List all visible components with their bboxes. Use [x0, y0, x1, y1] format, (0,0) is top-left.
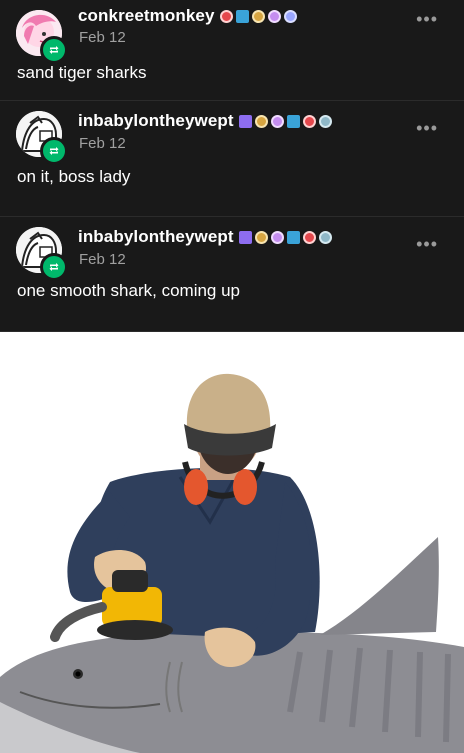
post-date: Feb 12 [79, 251, 126, 268]
bot-badge-icon[interactable] [219, 9, 233, 23]
flag-badge-icon[interactable] [286, 114, 300, 128]
crab-badge-icon[interactable] [318, 230, 332, 244]
post-date: Feb 12 [79, 29, 126, 46]
flag-badge-icon[interactable] [235, 9, 249, 23]
badges [238, 114, 332, 128]
cloud-badge-icon[interactable] [270, 114, 284, 128]
avatar-inbabylontheywept[interactable] [16, 111, 68, 165]
avatar-conkreetmonkey[interactable] [16, 10, 68, 64]
username[interactable]: inbabylontheywept [78, 227, 234, 247]
reblog-icon [40, 137, 68, 165]
paw-badge-icon[interactable] [254, 114, 268, 128]
username-row: inbabylontheywept [78, 227, 332, 247]
avatar-inbabylontheywept[interactable] [16, 227, 68, 281]
ellipsis-icon[interactable]: ••• [416, 119, 438, 137]
post-photo[interactable] [0, 332, 464, 753]
post-3: inbabylontheywept Feb 12 ••• one smooth … [0, 217, 464, 332]
bot-badge-icon[interactable] [302, 114, 316, 128]
flag-badge-icon[interactable] [286, 230, 300, 244]
hat-badge-icon[interactable] [238, 114, 252, 128]
reblog-icon [40, 36, 68, 64]
post-2: inbabylontheywept Feb 12 ••• on it, boss… [0, 101, 464, 217]
paw-badge-icon[interactable] [251, 9, 265, 23]
bot-badge-icon[interactable] [302, 230, 316, 244]
paw-badge-icon[interactable] [254, 230, 268, 244]
post-date: Feb 12 [79, 135, 126, 152]
username[interactable]: inbabylontheywept [78, 111, 234, 131]
username-row: conkreetmonkey [78, 6, 297, 26]
ellipsis-icon[interactable]: ••• [416, 10, 438, 28]
username-row: inbabylontheywept [78, 111, 332, 131]
post-text: sand tiger sharks [17, 63, 147, 82]
cloud-badge-icon[interactable] [267, 9, 281, 23]
ellipsis-icon[interactable]: ••• [416, 235, 438, 253]
post-text: on it, boss lady [17, 167, 131, 186]
badges [219, 9, 297, 23]
man-sanding-shark-illustration [0, 332, 464, 753]
post-text: one smooth shark, coming up [17, 281, 241, 300]
reblog-icon [40, 253, 68, 281]
hat-badge-icon[interactable] [238, 230, 252, 244]
username[interactable]: conkreetmonkey [78, 6, 215, 26]
cloud-badge-icon[interactable] [270, 230, 284, 244]
post-1: conkreetmonkey Feb 12 ••• sand tiger sha… [0, 0, 464, 101]
crab-badge-icon[interactable] [318, 114, 332, 128]
jelly-badge-icon[interactable] [283, 9, 297, 23]
badges [238, 230, 332, 244]
